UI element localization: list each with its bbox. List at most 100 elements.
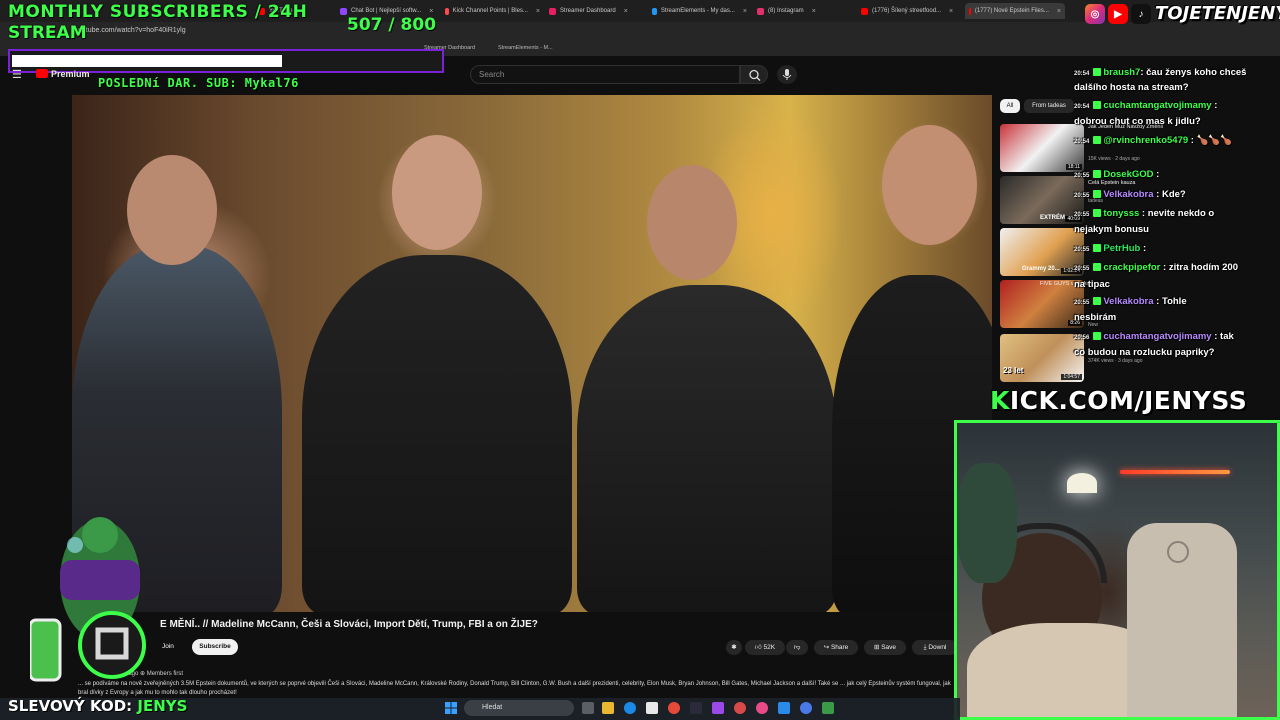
chat-timestamp: 20:55 xyxy=(1074,247,1090,253)
chat-username: cuchamtangatvojimamy xyxy=(1103,331,1212,342)
url-text[interactable]: outube.com/watch?v=hoF40iR1ylg xyxy=(78,27,186,34)
tab-instagram[interactable]: (8) Instagram × xyxy=(757,3,852,19)
task-view-icon[interactable] xyxy=(582,702,594,714)
led-strip xyxy=(1120,470,1230,474)
last-sub-ticker: POSLEDNí DAR. SUB: Mykal76 xyxy=(98,76,299,90)
taskbar-search[interactable]: Hledat xyxy=(464,700,574,716)
menu-icon[interactable]: ☰ xyxy=(12,68,22,81)
tab-kick-points[interactable]: Kick Channel Points | Bles... × xyxy=(445,3,540,19)
recommendation-title[interactable]: Celá Epstein kauza xyxy=(1088,180,1135,186)
chat-username: tonysss xyxy=(1103,208,1140,219)
video-player[interactable] xyxy=(72,95,992,612)
close-tab-icon[interactable]: × xyxy=(743,8,747,15)
app-icon[interactable] xyxy=(800,702,812,714)
app-icon[interactable] xyxy=(822,702,834,714)
tab-label: Chat Bot | Nejlepší softw... xyxy=(351,8,422,14)
close-tab-icon[interactable]: × xyxy=(536,8,540,15)
chat-timestamp: 20:56 xyxy=(1074,335,1090,341)
mascot-head xyxy=(82,517,118,553)
close-tab-icon[interactable]: × xyxy=(949,8,953,15)
file-explorer-icon[interactable] xyxy=(602,702,614,714)
youtube-favicon-icon xyxy=(969,7,971,15)
video-description[interactable]: ... se podíváme na nově zveřejněných 3.5… xyxy=(78,680,958,698)
kick-badge-icon xyxy=(1093,170,1102,179)
chat-text: : nevite nekdo o xyxy=(1141,208,1215,219)
tab-streamer-dashboard[interactable]: Streamer Dashboard × xyxy=(549,3,644,19)
store-icon[interactable] xyxy=(646,702,658,714)
edge-icon[interactable] xyxy=(624,702,636,714)
chat-timestamp: 20:54 xyxy=(1074,139,1090,145)
close-tab-icon[interactable]: × xyxy=(624,8,628,15)
search-input[interactable]: Search xyxy=(470,65,740,84)
subscribe-button[interactable]: Subscribe xyxy=(192,639,238,655)
recommendation-thumbnail[interactable]: Grammy 20... 1:02:24 xyxy=(1000,228,1084,276)
kick-badge-icon xyxy=(1093,244,1102,253)
video-face-2 xyxy=(392,135,482,250)
save-label: Save xyxy=(881,644,897,651)
download-button[interactable]: ⤓ Downl xyxy=(912,640,958,655)
close-tab-icon[interactable]: × xyxy=(429,8,433,15)
bookmark-streamelements[interactable]: StreamElements - M... xyxy=(498,45,553,51)
chat-username: Velkakobra xyxy=(1103,189,1154,200)
mascot-armor xyxy=(60,560,140,600)
app-icon[interactable] xyxy=(690,702,702,714)
thumbnail-label: Grammy 20... xyxy=(1022,266,1060,272)
recommendation-meta: 374K views · 3 days ago xyxy=(1088,358,1143,364)
tab-streetfood[interactable]: (1776) Šílený streetfood... × xyxy=(861,3,956,19)
chat-message: 20:55 crackpipefor : zitra hodím 200 xyxy=(1074,262,1238,273)
video-person-second xyxy=(302,255,572,612)
chat-message-cont: nejakym bonusu xyxy=(1074,224,1149,235)
kick-badge-icon xyxy=(1093,209,1102,218)
tab-epstein-files[interactable]: (1777) Nové Epstein Files... × xyxy=(965,3,1065,19)
close-tab-icon[interactable]: × xyxy=(812,8,816,15)
chat-message-cont: co budou na rozlucku papriky? xyxy=(1074,347,1215,358)
tab-streamelements[interactable]: StreamElements - My das... × xyxy=(652,3,747,19)
app-icon[interactable] xyxy=(756,702,768,714)
chat-text: : zitra hodím 200 xyxy=(1163,262,1238,273)
app-icon[interactable] xyxy=(734,702,746,714)
search-button[interactable] xyxy=(740,65,768,84)
thumbs-up-icon: 👍︎ xyxy=(754,644,764,651)
instagram-favicon-icon xyxy=(757,7,764,15)
share-button[interactable]: ↪ Share xyxy=(814,640,858,655)
recommendation-thumbnail[interactable]: EXTRÉM 40:09 xyxy=(1000,176,1084,224)
recommendation-thumbnail[interactable]: 23 let 1:04:57 xyxy=(1000,334,1084,382)
chat-username: @rvinchrenko5479 xyxy=(1103,135,1189,146)
microphone-icon xyxy=(782,69,792,80)
chip-from-channel[interactable]: From tadeas xyxy=(1024,99,1074,113)
webcam-frame xyxy=(954,420,1280,720)
youtube-logo-text[interactable]: Premium xyxy=(51,69,90,79)
chat-message: 20:54 braush7: čau ženys koho chceš xyxy=(1074,67,1247,78)
kick-badge-icon xyxy=(1093,297,1102,306)
chat-message-cont: dalšího hosta na stream? xyxy=(1074,82,1189,93)
recommendation-thumbnail[interactable]: 8:26 xyxy=(1000,280,1084,328)
chat-message-cont: na tipac xyxy=(1074,279,1110,290)
thumbs-down-icon: 👎︎ xyxy=(793,644,801,651)
chat-text: : xyxy=(1214,100,1218,111)
save-button[interactable]: ⊞ Save xyxy=(864,640,906,655)
chip-all[interactable]: All xyxy=(1000,99,1020,113)
dislike-button[interactable]: 👎︎ xyxy=(786,640,808,655)
close-tab-icon[interactable]: × xyxy=(1057,8,1061,15)
chat-message: 20:55 PetrHub : xyxy=(1074,243,1146,254)
chat-username: DosekGOD xyxy=(1103,169,1154,180)
tab-label: Streamer Dashboard xyxy=(560,8,616,14)
youtube-logo-icon[interactable] xyxy=(36,69,48,78)
chat-message: 20:54 cuchamtangatvojimamy : xyxy=(1074,100,1217,111)
address-bar[interactable] xyxy=(0,22,1280,42)
voice-search-button[interactable] xyxy=(777,65,797,84)
chat-message: 20:55 Velkakobra : Tohle xyxy=(1074,296,1187,307)
download-label: Downl xyxy=(928,644,947,651)
mascot-badge xyxy=(78,611,146,679)
kick-badge-icon xyxy=(1093,332,1102,341)
app-icon[interactable] xyxy=(778,702,790,714)
chrome-icon[interactable] xyxy=(668,702,680,714)
chat-username: braush7 xyxy=(1103,67,1141,78)
thumbnail-label: 23 let xyxy=(1003,366,1024,375)
windows-start-icon[interactable] xyxy=(445,702,457,714)
hype-button[interactable]: ✱ xyxy=(726,640,742,655)
app-icon[interactable] xyxy=(712,702,724,714)
like-button[interactable]: 👍︎ 52K xyxy=(745,640,785,655)
sub-goal-count: 507 / 800 xyxy=(347,15,437,35)
recommendation-thumbnail[interactable]: 18:11 xyxy=(1000,124,1084,172)
